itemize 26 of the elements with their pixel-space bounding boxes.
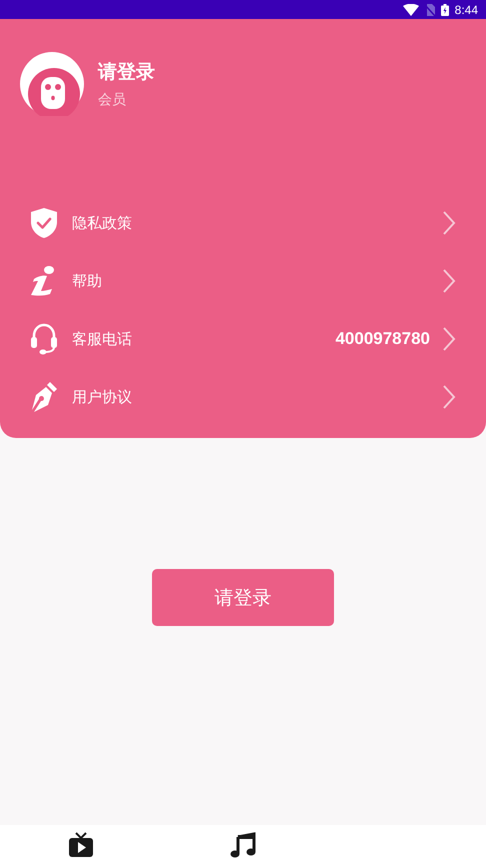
chevron-right-icon [442,268,456,294]
menu-label: 用户协议 [72,388,133,406]
headset-icon [30,323,58,355]
pen-nib-icon [30,381,58,413]
menu-item[interactable]: 客服电话 4000978780 [0,310,486,368]
menu-item[interactable]: 帮助 [0,252,486,310]
avatar-icon[interactable] [20,52,84,116]
shield-check-icon [30,207,58,239]
status-time: 8:44 [454,2,478,16]
menu-label: 客服电话 [72,330,133,348]
member-label: 会员 [98,91,127,109]
chevron-right-icon [442,384,456,410]
chevron-right-icon [442,210,456,236]
menu-item[interactable]: 隐私政策 [0,194,486,252]
phone-number: 4000978780 [335,329,430,349]
menu-label: 隐私政策 [72,214,133,232]
music-note-icon[interactable] [230,832,256,858]
battery-icon [440,4,449,16]
chevron-right-icon [442,326,456,352]
menu-item[interactable]: 用户协议 [0,368,486,426]
tv-play-icon[interactable] [68,832,94,858]
menu-label: 帮助 [72,272,103,290]
login-prompt[interactable]: 请登录 [98,59,155,85]
wifi-icon [402,4,419,16]
no-sim-icon [424,4,435,16]
login-button[interactable]: 请登录 [152,569,334,626]
